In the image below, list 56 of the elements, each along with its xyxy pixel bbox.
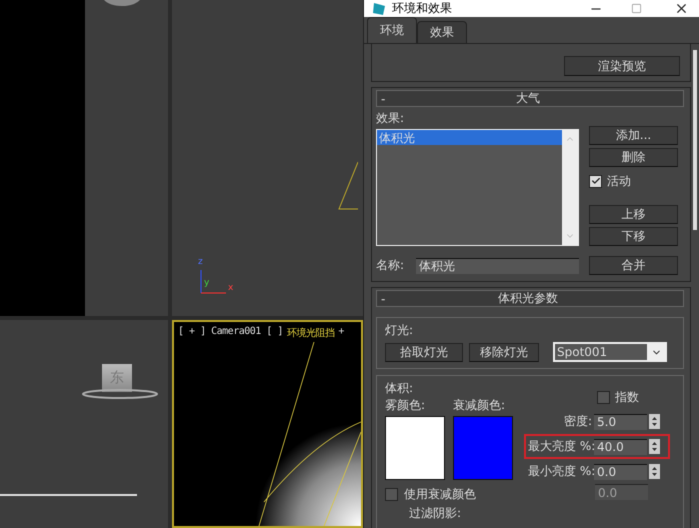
rollout-header[interactable]: - 体积光参数: [376, 290, 684, 307]
exponential-checkbox[interactable]: [597, 391, 610, 404]
axis-tripod-icon: [200, 270, 226, 294]
use-attenuation-label: 使用衰减颜色: [404, 486, 476, 503]
spinner-field[interactable]: 0.0: [594, 464, 647, 480]
render-preview-button[interactable]: 渲染预览: [564, 56, 680, 76]
spinner-label: 最大亮度 %:: [528, 438, 592, 455]
move-up-button[interactable]: 上移: [589, 205, 678, 224]
scrollbar[interactable]: [693, 50, 697, 230]
spinner-label: 最小亮度 %:: [528, 463, 592, 480]
remove-light-button[interactable]: 移除灯光: [469, 342, 539, 362]
merge-button[interactable]: 合并: [589, 256, 678, 275]
effects-list[interactable]: 体积光: [376, 129, 579, 246]
rollout-header[interactable]: - 大气: [376, 90, 684, 107]
close-icon[interactable]: [674, 1, 689, 16]
axis-label: y: [204, 278, 210, 288]
collapse-toggle[interactable]: -: [381, 92, 386, 106]
color-label: 雾颜色:: [385, 397, 426, 414]
axis-label: x: [228, 283, 234, 293]
spinner-arrows-icon[interactable]: [649, 464, 660, 479]
axis-label: z: [198, 257, 203, 267]
view-cube-ring-icon: [80, 388, 160, 400]
lights-label: 灯光:: [385, 322, 414, 339]
effects-list-item[interactable]: 体积光: [377, 130, 562, 145]
spinner-field[interactable]: 5.0: [594, 414, 647, 430]
spinner-field[interactable]: 40.0: [594, 438, 647, 454]
color-label: 衰减颜色:: [453, 397, 506, 414]
pick-light-button[interactable]: 拾取灯光: [385, 342, 463, 362]
effects-label: 效果:: [376, 110, 406, 127]
rollout-title: 体积光参数: [497, 290, 560, 307]
delete-button[interactable]: 删除: [589, 148, 678, 167]
use-attenuation-checkbox[interactable]: [385, 488, 398, 501]
tab[interactable]: 环境: [367, 17, 417, 43]
spinner-arrows-icon[interactable]: [649, 414, 660, 429]
filter-shadows-label: 过滤阴影:: [409, 505, 462, 522]
viewport-menu[interactable]: [ + ] Camera001 [ ]: [178, 326, 283, 340]
window-title: 环境和效果: [392, 0, 453, 17]
shading-mode-label[interactable]: 环境光阻挡: [286, 326, 334, 340]
active-checkbox[interactable]: [589, 174, 602, 188]
name-field[interactable]: 体积光: [416, 258, 579, 274]
add-button[interactable]: 添加...: [589, 126, 678, 145]
color-swatch[interactable]: [385, 416, 445, 480]
plus-label[interactable]: +: [338, 326, 344, 340]
spinner-label: 密度:: [562, 413, 592, 430]
active-label: 活动: [607, 172, 631, 190]
move-down-button[interactable]: 下移: [589, 227, 678, 246]
spinner-arrows-icon[interactable]: [649, 439, 660, 454]
name-label: 名称:: [376, 257, 406, 274]
color-swatch[interactable]: [453, 416, 513, 480]
tab[interactable]: 效果: [417, 21, 467, 43]
light-cone-drawing: [338, 160, 358, 210]
rollout-title: 大气: [515, 90, 542, 107]
collapse-toggle[interactable]: -: [381, 292, 386, 306]
exponential-label: 指数: [615, 389, 639, 406]
light-dropdown[interactable]: Spot001: [553, 342, 667, 362]
view-cube-icon: [104, 0, 140, 6]
